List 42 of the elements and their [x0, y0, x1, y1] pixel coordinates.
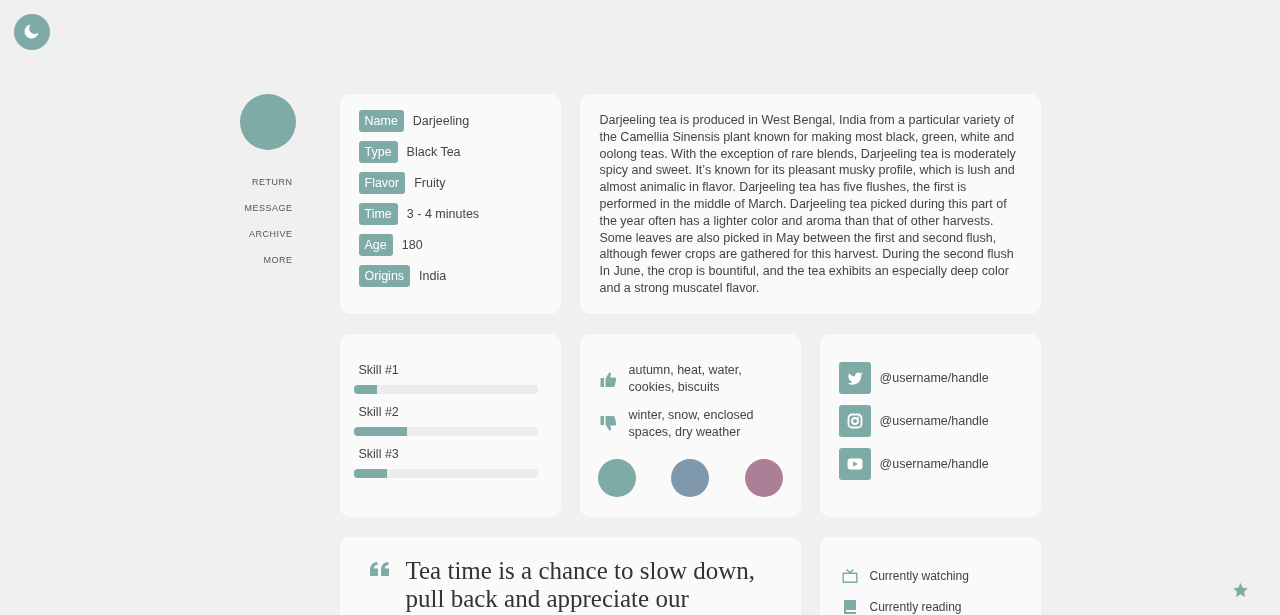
nav-link[interactable]: MORE	[263, 254, 293, 266]
quote-text: Tea time is a chance to slow down, pull back and appreciate our	[405, 556, 757, 613]
social-handle: @username/handle	[879, 370, 989, 385]
preference-text: autumn, heat, water, cookies, biscuits	[628, 361, 743, 396]
video-play-icon[interactable]	[838, 447, 871, 480]
detail-label: Flavor	[358, 172, 406, 194]
color-swatch-icon[interactable]	[671, 458, 709, 497]
bird-icon[interactable]	[838, 361, 871, 394]
star-icon[interactable]	[1233, 583, 1248, 598]
detail-label: Type	[358, 141, 398, 163]
theme-toggle-button[interactable]	[14, 14, 50, 50]
social-handle: @username/handle	[879, 456, 989, 471]
tv-icon	[841, 568, 858, 583]
nav-link[interactable]: RETURN	[252, 176, 293, 188]
quote-icon	[369, 561, 390, 576]
detail-label: Age	[358, 234, 393, 256]
social-handle: @username/handle	[879, 413, 989, 428]
detail-label: Time	[358, 203, 398, 225]
moon-icon	[24, 24, 39, 39]
camera-icon[interactable]	[838, 404, 871, 437]
detail-value: Darjeeling	[412, 114, 470, 128]
color-swatch-icon[interactable]	[744, 458, 783, 497]
activity-text: Currently watching	[869, 568, 969, 583]
detail-value: 3 - 4 minutes	[406, 207, 480, 221]
skill-label: Skill #2	[358, 403, 400, 420]
nav-link[interactable]: ARCHIVE	[249, 228, 293, 240]
detail-value: Fruity	[414, 176, 446, 190]
book-icon	[841, 599, 858, 614]
thumbs-up-icon	[599, 370, 617, 387]
skill-label: Skill #3	[358, 445, 400, 462]
detail-label: Name	[358, 110, 404, 132]
preference-text: winter, snow, enclosed spaces, dry weather	[628, 406, 755, 441]
nav-link[interactable]: MESSAGE	[244, 202, 293, 214]
detail-value: 180	[401, 238, 423, 252]
detail-label: Origins	[358, 265, 411, 287]
skill-label: Skill #1	[358, 361, 400, 378]
detail-value: Black Tea	[406, 145, 461, 159]
description-text: Darjeeling tea is produced in West Bengal, India from a particular variety of the Camellia Sinensis plant known for making most black, green, white and oolong teas. With the exception of rare blends, Darjeeling tea is moderately spicy and sweet. It’s known for its pleasant musky profile, which is lush and almost animalic in flavor. Darjeeling tea has five flushes, the first is performed in the middle of March. Darjeeling tea picked during this part of the year often has a lighter color and aroma than that of other harvests. Some leaves are also picked in May between the first and second flush, although fewer crops are gathered for this harvest. During the second flush In June, the crop is bountiful, and the tea exhibits an especially deep color and a strong muscatel flavor.	[599, 112, 1017, 297]
activity-text: Currently reading	[869, 599, 962, 614]
detail-value: India	[419, 269, 447, 283]
thumbs-down-icon	[599, 415, 617, 432]
color-swatch-icon[interactable]	[597, 458, 636, 497]
